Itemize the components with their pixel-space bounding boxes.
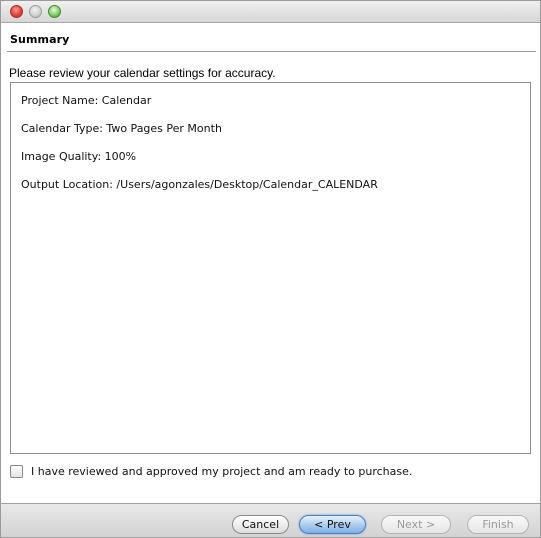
summary-window: Summary Please review your calendar sett… [0,0,541,538]
header-divider [7,51,536,52]
page-title: Summary [10,33,70,46]
project-name-line: Project Name: Calendar [21,94,152,107]
button-bar: Cancel < Prev Next > Finish [1,503,540,537]
summary-panel: Project Name: Calendar Calendar Type: Tw… [10,82,531,454]
checkbox-icon[interactable] [10,464,23,478]
prev-button[interactable]: < Prev [299,515,366,534]
approval-checkbox-label[interactable]: I have reviewed and approved my project … [31,465,412,478]
wizard-header: Summary [1,24,540,52]
next-button[interactable]: Next > [381,515,451,534]
instruction-text: Please review your calendar settings for… [9,66,276,80]
close-icon[interactable] [10,5,23,18]
image-quality-line: Image Quality: 100% [21,150,137,163]
minimize-icon[interactable] [29,5,42,18]
calendar-type-line: Calendar Type: Two Pages Per Month [21,122,222,135]
output-location-line: Output Location: /Users/agonzales/Deskto… [21,178,378,191]
zoom-icon[interactable] [48,5,61,18]
cancel-button[interactable]: Cancel [232,515,289,534]
title-bar[interactable] [1,1,540,23]
finish-button[interactable]: Finish [467,515,529,534]
approval-checkbox-row[interactable]: I have reviewed and approved my project … [10,463,412,479]
